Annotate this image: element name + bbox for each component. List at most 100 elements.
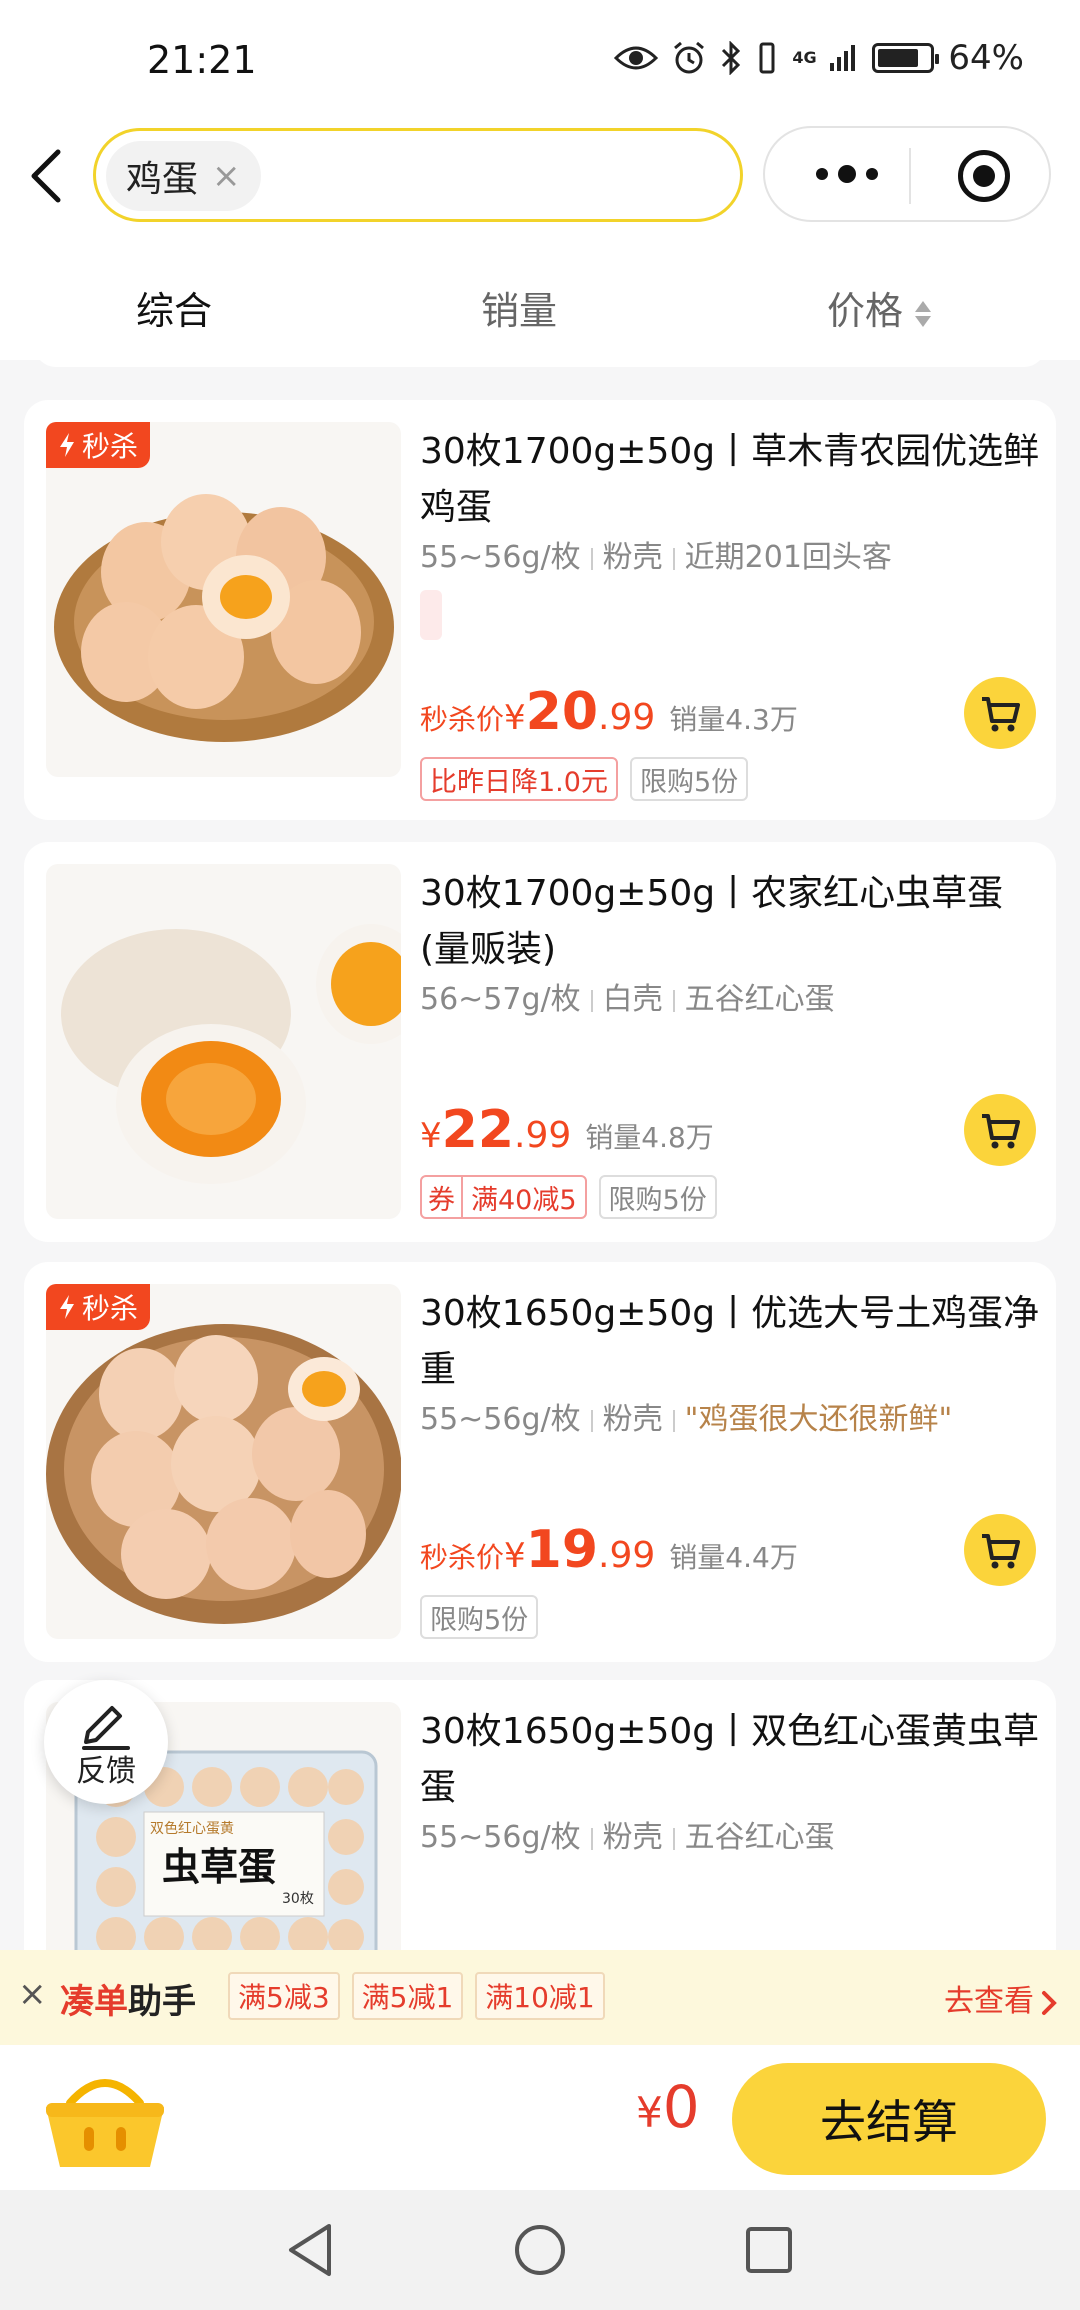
tab-comprehensive[interactable]: 综合 <box>136 280 212 335</box>
capsule-divider <box>909 148 911 204</box>
clear-keyword-icon[interactable]: × <box>212 156 241 196</box>
product-image-egg-basket[interactable] <box>46 422 401 777</box>
product-spec: 55~56g/枚 粉壳 近期201回头客 <box>420 532 892 576</box>
product-tags: 限购5份 <box>420 1595 539 1639</box>
spec-weight: 56~57g/枚 <box>420 982 581 1017</box>
coupon-label: 券 <box>422 1177 463 1217</box>
cart-total: ¥0 <box>636 2073 700 2141</box>
shopping-basket-icon[interactable] <box>40 2069 170 2174</box>
box-label: 虫草蛋 <box>162 1845 277 1889</box>
search-keyword-chip[interactable]: 鸡蛋 × <box>106 141 261 211</box>
deal-tag[interactable]: 满5减1 <box>351 1972 464 2020</box>
add-to-cart-button[interactable] <box>964 677 1036 749</box>
add-to-cart-button[interactable] <box>964 1514 1036 1586</box>
price-row: ¥ 22 .99 销量4.8万 <box>420 1100 714 1160</box>
spec-weight: 55~56g/枚 <box>420 1402 581 1437</box>
status-bar: 21:21 4G 64% <box>0 0 1080 120</box>
order-helper-bar: × 凑单助手 满5减3 满5减1 满10减1 去查看 <box>0 1950 1080 2045</box>
currency: ¥ <box>504 698 526 738</box>
flash-sale-label: 秒杀 <box>82 430 139 463</box>
helper-title-black: 助手 <box>128 1982 196 2022</box>
deal-tag[interactable]: 满10减1 <box>475 1972 605 2020</box>
spec-highlight: 五谷红心蛋 <box>684 1820 835 1855</box>
nav-back-icon[interactable] <box>285 2222 335 2278</box>
price-label: 秒杀价 <box>420 703 505 736</box>
nav-home-icon[interactable] <box>512 2222 568 2278</box>
close-helper-icon[interactable]: × <box>18 1974 47 2014</box>
price-decimal: .99 <box>598 1535 656 1576</box>
helper-title-red: 凑单 <box>60 1982 128 2022</box>
tab-price[interactable]: 价格 <box>827 280 933 335</box>
search-header: 鸡蛋 × <box>0 120 1080 235</box>
flash-sale-badge: 秒杀 <box>46 1284 151 1330</box>
bluetooth-icon <box>722 41 741 75</box>
product-card[interactable]: 秒杀 30枚1700g±50g丨草木青农园优选鲜鸡蛋 55~56g/枚 粉壳 近期2… <box>24 400 1056 820</box>
product-title[interactable]: 30枚1700g±50g丨农家红心虫草蛋(量贩装) <box>420 866 1040 978</box>
spec-highlight: 五谷红心蛋 <box>684 982 835 1017</box>
lightning-icon <box>60 433 74 457</box>
feedback-button[interactable]: 反馈 <box>44 1680 168 1804</box>
cart-icon <box>982 1534 1020 1569</box>
search-keyword: 鸡蛋 <box>126 159 199 200</box>
search-input[interactable]: 鸡蛋 × <box>93 128 743 222</box>
system-nav-bar <box>0 2190 1080 2310</box>
view-deals-label: 去查看 <box>944 1984 1034 2019</box>
product-image-egg-tray[interactable] <box>46 1284 401 1639</box>
battery-icon <box>872 43 940 73</box>
coupon-text: 满40减5 <box>471 1184 577 1216</box>
helper-title: 凑单助手 <box>60 1974 196 2023</box>
spec-weight: 55~56g/枚 <box>420 1820 581 1855</box>
product-title[interactable]: 30枚1700g±50g丨草木青农园优选鲜鸡蛋 <box>420 424 1040 536</box>
product-title[interactable]: 30枚1650g±50g丨优选大号土鸡蛋净重 <box>420 1286 1040 1398</box>
tab-price-label: 价格 <box>827 289 904 333</box>
sales-count: 销量4.8万 <box>585 1121 714 1154</box>
limit-tag: 限购5份 <box>420 1595 539 1639</box>
deal-tag[interactable]: 满5减3 <box>228 1972 340 2020</box>
product-card[interactable]: 秒杀 30枚1650g±50g丨优选大号土鸡蛋净重 55~56g/枚 粉壳 "鸡蛋很… <box>24 1262 1056 1662</box>
limit-tag: 限购5份 <box>598 1175 717 1219</box>
sort-arrows-icon <box>913 297 933 331</box>
status-time: 21:21 <box>147 38 257 82</box>
back-arrow-icon[interactable] <box>24 146 74 206</box>
product-spec: 56~57g/枚 白壳 五谷红心蛋 <box>420 974 835 1018</box>
flash-sale-badge: 秒杀 <box>46 422 151 468</box>
coupon-tag: 券 满40减5 <box>420 1175 587 1219</box>
feedback-label: 反馈 <box>76 1754 136 1789</box>
close-miniprogram-icon[interactable] <box>958 150 1010 202</box>
sales-count: 销量4.4万 <box>669 1541 798 1574</box>
cart-icon <box>982 697 1020 732</box>
alarm-icon <box>674 41 705 74</box>
checkout-button[interactable]: 去结算 <box>732 2063 1046 2175</box>
product-card[interactable]: 30枚1700g±50g丨农家红心虫草蛋(量贩装) 56~57g/枚 白壳 五谷红心… <box>24 842 1056 1242</box>
price-row: 秒杀价 ¥ 19 .99 销量4.4万 <box>420 1520 798 1580</box>
tab-sales[interactable]: 销量 <box>481 280 557 335</box>
add-to-cart-button[interactable] <box>964 1094 1036 1166</box>
product-image-sliced-eggs[interactable] <box>46 864 401 1219</box>
status-icons: 4G 64% <box>614 38 1024 78</box>
flash-sale-label: 秒杀 <box>82 1292 139 1325</box>
price-decimal: .99 <box>514 1115 572 1156</box>
pencil-icon <box>82 1706 130 1750</box>
total-amount: 0 <box>662 2073 700 2141</box>
total-currency: ¥ <box>636 2088 663 2137</box>
currency: ¥ <box>504 1536 526 1576</box>
product-tags: 券 满40减5 限购5份 <box>420 1175 717 1219</box>
sort-tabs: 综合 销量 价格 <box>0 235 1080 360</box>
network-type: 4G <box>792 48 817 67</box>
sales-count: 销量4.3万 <box>669 703 798 736</box>
currency: ¥ <box>420 1116 442 1156</box>
promo-placeholder <box>420 590 442 640</box>
view-deals-link[interactable]: 去查看 <box>944 1976 1060 2020</box>
review-quote: "鸡蛋很大还很新鲜" <box>684 1402 953 1437</box>
price-integer: 19 <box>525 1520 599 1580</box>
price-integer: 20 <box>525 682 599 742</box>
product-title[interactable]: 30枚1650g±50g丨双色红心蛋黄虫草蛋 <box>420 1704 1040 1816</box>
more-menu-icon[interactable] <box>807 152 887 196</box>
nav-recents-icon[interactable] <box>744 2225 794 2275</box>
spec-weight: 55~56g/枚 <box>420 540 581 575</box>
spec-shell: 粉壳 <box>602 1402 663 1437</box>
spec-shell: 粉壳 <box>602 540 663 575</box>
deal-list: 满5减3 满5减1 满10减1 <box>228 1972 605 2020</box>
box-top-label: 双色红心蛋黄 <box>150 1821 234 1837</box>
box-count: 30枚 <box>282 1891 314 1907</box>
